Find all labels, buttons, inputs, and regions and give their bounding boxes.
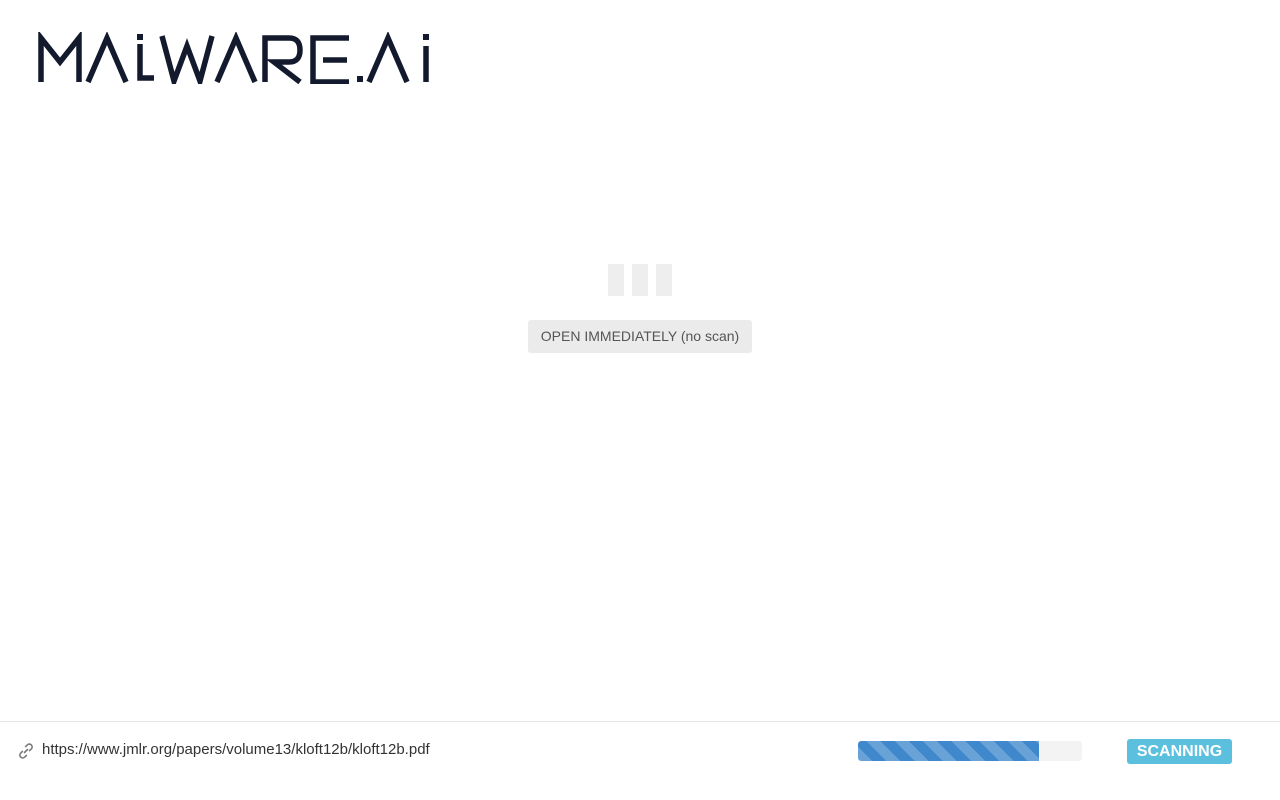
loading-bar [632,264,648,296]
status-badge: SCANNING [1127,739,1232,764]
brand-logo [38,32,432,84]
loading-bars-icon [608,264,672,296]
scanned-url: https://www.jmlr.org/papers/volume13/klo… [42,741,430,758]
scan-status-bar: https://www.jmlr.org/papers/volume13/klo… [0,721,1280,800]
loading-bar [656,264,672,296]
link-icon [17,742,35,760]
scan-page: OPEN IMMEDIATELY (no scan) https://www.j… [0,0,1280,800]
open-immediately-button[interactable]: OPEN IMMEDIATELY (no scan) [528,320,752,353]
loading-bar [608,264,624,296]
scan-progress-bar [858,741,1082,761]
scan-progress-fill [858,741,1040,761]
